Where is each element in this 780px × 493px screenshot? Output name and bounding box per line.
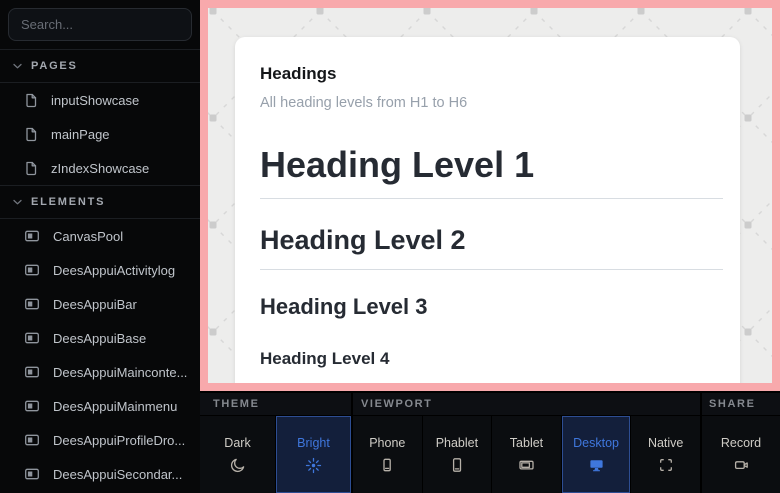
tile-label: Phone xyxy=(369,436,405,450)
sidebar-item-deesappuiprofiledro[interactable]: DeesAppuiProfileDro... xyxy=(0,423,200,457)
sidebar-sections: PAGES inputShowcase mainPage zIndexShowcase… xyxy=(0,50,200,491)
heading-level-1: Heading Level 1 xyxy=(260,144,715,185)
phone-icon xyxy=(379,457,395,473)
main-column: Headings All heading levels from H1 to H… xyxy=(200,0,780,493)
bottom-toolbar: THEME VIEWPORT SHARE Dark Bright Phone Phable… xyxy=(200,393,780,493)
tile-label: Desktop xyxy=(573,436,619,450)
app-root: PAGES inputShowcase mainPage zIndexShowcase… xyxy=(0,0,780,493)
sidebar-item-inputshowcase[interactable]: inputShowcase xyxy=(0,83,200,117)
sidebar-item-zindexshowcase[interactable]: zIndexShowcase xyxy=(0,151,200,185)
sidebar-item-deesappuimainmenu[interactable]: DeesAppuiMainmenu xyxy=(0,389,200,423)
toolbar-buttons: Dark Bright Phone Phablet Tablet Desktop Nativ… xyxy=(200,416,780,493)
toolbar-group-label-theme: THEME xyxy=(200,393,351,415)
sidebar-item-mainpage[interactable]: mainPage xyxy=(0,117,200,151)
toolbar-group-viewport: Phone Phablet Tablet Desktop Native xyxy=(353,416,700,493)
element-icon xyxy=(24,364,40,380)
tablet-icon xyxy=(518,457,535,473)
heading-level-4: Heading Level 4 xyxy=(260,349,715,369)
section-header-pages[interactable]: PAGES xyxy=(0,50,200,82)
sidebar-item-label: DeesAppuiMainconte... xyxy=(53,365,187,380)
page-icon xyxy=(24,127,38,142)
toolbar-group-label-share: SHARE xyxy=(702,393,780,415)
headings-list: Heading Level 1 Heading Level 2 Heading Le… xyxy=(260,144,715,383)
moon-icon xyxy=(230,457,246,473)
tablet-button[interactable]: Tablet xyxy=(492,416,561,493)
canvas-pattern-area: Headings All heading levels from H1 to H… xyxy=(208,8,772,383)
record-button[interactable]: Record xyxy=(702,416,780,493)
native-icon xyxy=(658,457,674,473)
chevron-down-icon xyxy=(13,62,22,70)
heading-rule xyxy=(260,269,723,270)
record-icon xyxy=(733,457,750,473)
heading-level-2: Heading Level 2 xyxy=(260,225,715,256)
toolbar-group-share: Record xyxy=(702,416,780,493)
element-icon xyxy=(24,398,40,414)
sidebar-item-label: DeesAppuiSecondar... xyxy=(53,467,182,482)
sidebar-item-deesappuibase[interactable]: DeesAppuiBase xyxy=(0,321,200,355)
sidebar-item-label: DeesAppuiBar xyxy=(53,297,137,312)
sun-icon xyxy=(305,457,322,474)
phone-button[interactable]: Phone xyxy=(353,416,422,493)
tile-label: Bright xyxy=(297,436,330,450)
element-icon xyxy=(24,466,40,482)
heading-rule xyxy=(260,198,723,199)
sidebar-item-label: DeesAppuiBase xyxy=(53,331,146,346)
tile-label: Tablet xyxy=(510,436,543,450)
dark-button[interactable]: Dark xyxy=(200,416,275,493)
bright-button[interactable]: Bright xyxy=(276,416,351,493)
sidebar-item-deesappuisecondar[interactable]: DeesAppuiSecondar... xyxy=(0,457,200,491)
element-icon xyxy=(24,330,40,346)
native-button[interactable]: Native xyxy=(631,416,700,493)
toolbar-group-theme: Dark Bright xyxy=(200,416,351,493)
sidebar-item-label: DeesAppuiActivitylog xyxy=(53,263,175,278)
sidebar-item-label: inputShowcase xyxy=(51,93,139,108)
tile-label: Dark xyxy=(224,436,250,450)
card-title: Headings xyxy=(260,64,715,84)
card-subtitle: All heading levels from H1 to H6 xyxy=(260,95,715,111)
group-label-text: VIEWPORT xyxy=(361,398,432,410)
sidebar-item-label: DeesAppuiMainmenu xyxy=(53,399,177,414)
sidebar-item-deesappuimainconte[interactable]: DeesAppuiMainconte... xyxy=(0,355,200,389)
tile-label: Record xyxy=(721,436,761,450)
section-label: ELEMENTS xyxy=(31,196,105,208)
sidebar-item-label: mainPage xyxy=(51,127,110,142)
phablet-button[interactable]: Phablet xyxy=(423,416,492,493)
search-input[interactable] xyxy=(8,8,192,41)
tile-label: Native xyxy=(648,436,683,450)
sidebar-item-label: DeesAppuiProfileDro... xyxy=(53,433,185,448)
toolbar-group-label-viewport: VIEWPORT xyxy=(353,393,700,415)
page-icon xyxy=(24,93,38,108)
element-icon xyxy=(24,262,40,278)
desktop-button[interactable]: Desktop xyxy=(562,416,631,493)
element-icon xyxy=(24,296,40,312)
sidebar-item-label: CanvasPool xyxy=(53,229,123,244)
sidebar-item-label: zIndexShowcase xyxy=(51,161,149,176)
group-label-text: THEME xyxy=(213,398,260,410)
page-icon xyxy=(24,161,38,176)
sidebar-item-deesappuibar[interactable]: DeesAppuiBar xyxy=(0,287,200,321)
headings-showcase-card: Headings All heading levels from H1 to H… xyxy=(235,37,740,383)
sidebar-item-canvaspool[interactable]: CanvasPool xyxy=(0,219,200,253)
heading-level-3: Heading Level 3 xyxy=(260,294,715,319)
element-icon xyxy=(24,432,40,448)
section-label: PAGES xyxy=(31,60,78,72)
toolbar-section-labels: THEME VIEWPORT SHARE xyxy=(200,393,780,415)
desktop-icon xyxy=(588,457,605,473)
search-container xyxy=(0,0,200,49)
phablet-icon xyxy=(449,457,465,473)
chevron-down-icon xyxy=(13,198,22,206)
sidebar: PAGES inputShowcase mainPage zIndexShowcase… xyxy=(0,0,200,493)
sidebar-item-deesappuiactivitylog[interactable]: DeesAppuiActivitylog xyxy=(0,253,200,287)
tile-label: Phablet xyxy=(436,436,478,450)
element-icon xyxy=(24,228,40,244)
preview-canvas-frame: Headings All heading levels from H1 to H… xyxy=(200,0,780,391)
group-label-text: SHARE xyxy=(709,398,756,410)
section-header-elements[interactable]: ELEMENTS xyxy=(0,186,200,218)
